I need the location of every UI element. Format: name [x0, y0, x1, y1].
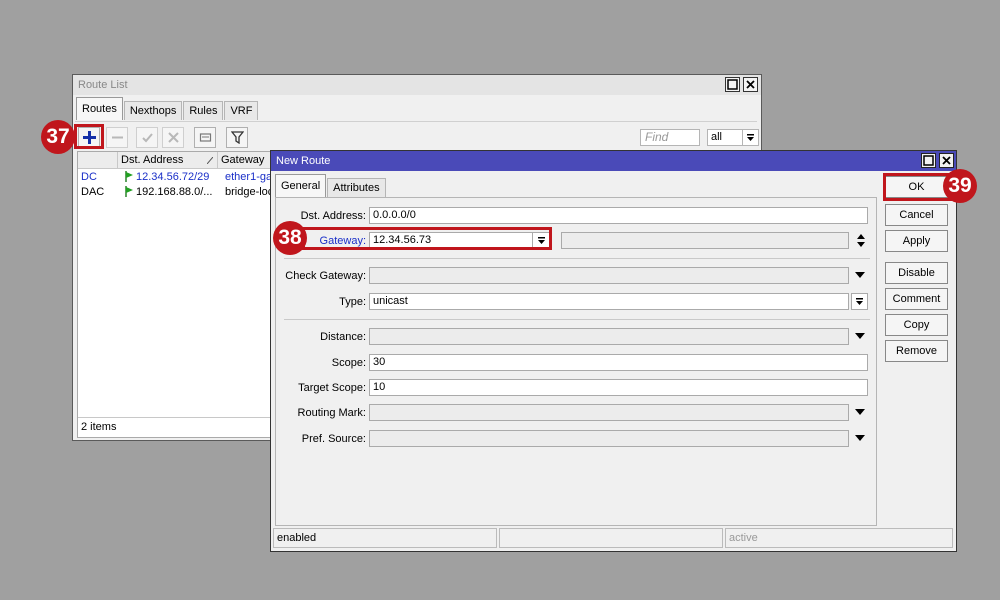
copy-button[interactable]: Copy — [885, 314, 948, 336]
target-scope-label: Target Scope: — [298, 382, 366, 394]
gateway-highlight — [302, 227, 552, 250]
cancel-button[interactable]: Cancel — [885, 204, 948, 226]
maximize-icon[interactable] — [921, 153, 936, 168]
status-enabled: enabled — [273, 528, 497, 548]
divider — [284, 319, 870, 320]
route-list-toolbar: Find all — [75, 121, 759, 151]
enable-button[interactable] — [136, 127, 158, 148]
flag-icon — [125, 186, 133, 197]
step-marker-39: 39 — [943, 169, 977, 203]
status-active: active — [725, 528, 953, 548]
scope-label: Scope: — [331, 357, 366, 369]
up-down-arrows-icon[interactable] — [856, 233, 866, 248]
routing-mark-select[interactable] — [369, 404, 849, 421]
check-gateway-row: Check Gateway: — [276, 267, 876, 287]
scope-input[interactable]: 30 — [369, 354, 868, 371]
tab-rules[interactable]: Rules — [183, 101, 224, 120]
remove-button[interactable] — [106, 127, 128, 148]
new-route-title: New Route — [276, 155, 331, 167]
pref-source-label: Pref. Source: — [301, 433, 366, 445]
distance-select[interactable] — [369, 328, 849, 345]
check-icon — [141, 133, 153, 143]
tab-general[interactable]: General — [275, 174, 327, 197]
add-button-highlight — [74, 124, 104, 149]
row-flags: DAC — [81, 186, 105, 198]
new-route-tabs: General Attributes — [275, 173, 387, 197]
route-list-tabs: Routes Nexthops Rules VRF — [76, 97, 259, 120]
row-dst-value: 12.34.56.72/29 — [136, 171, 210, 183]
dropdown-arrow-icon — [742, 130, 758, 145]
cross-icon — [167, 132, 179, 143]
dst-address-row: Dst. Address: 0.0.0.0/0 — [276, 207, 876, 227]
type-select[interactable]: unicast — [369, 293, 849, 310]
dropdown-arrow-icon — [856, 298, 863, 305]
dst-address-label: Dst. Address: — [300, 210, 366, 222]
tab-routes[interactable]: Routes — [76, 97, 123, 120]
pref-source-select[interactable] — [369, 430, 849, 447]
filter-select-value: all — [711, 131, 723, 143]
dropdown-arrow-icon[interactable] — [855, 408, 865, 416]
column-flags[interactable] — [78, 152, 118, 169]
type-label: Type: — [339, 296, 366, 308]
close-icon[interactable] — [743, 77, 758, 92]
sort-icon — [207, 157, 213, 164]
column-dst-address[interactable]: Dst. Address — [118, 152, 218, 169]
target-scope-input[interactable]: 10 — [369, 379, 868, 396]
divider — [284, 258, 870, 259]
type-dropdown-button[interactable] — [851, 293, 868, 310]
find-input[interactable]: Find — [640, 129, 700, 146]
distance-label: Distance: — [320, 331, 366, 343]
routing-mark-row: Routing Mark: — [276, 404, 876, 424]
filter-button[interactable] — [226, 127, 248, 148]
dst-address-input[interactable]: 0.0.0.0/0 — [369, 207, 868, 224]
apply-button[interactable]: Apply — [885, 230, 948, 252]
filter-select[interactable]: all — [707, 129, 759, 146]
new-route-titlebar[interactable]: New Route — [271, 151, 956, 171]
remove-button[interactable]: Remove — [885, 340, 948, 362]
minus-icon — [111, 136, 123, 139]
row-flags: DC — [81, 171, 97, 183]
row-dst-value: 192.168.88.0/... — [136, 186, 213, 198]
disable-button[interactable] — [162, 127, 184, 148]
step-marker-38: 38 — [273, 221, 307, 255]
comment-icon — [199, 133, 211, 142]
status-middle — [499, 528, 723, 548]
row-dst-address: 192.168.88.0/... — [122, 185, 218, 200]
tab-nexthops[interactable]: Nexthops — [123, 101, 183, 120]
column-dst-address-label: Dst. Address — [121, 154, 184, 166]
distance-row: Distance: — [276, 328, 876, 348]
target-scope-row: Target Scope: 10 — [276, 379, 876, 399]
close-icon[interactable] — [939, 153, 954, 168]
disable-button[interactable]: Disable — [885, 262, 948, 284]
dropdown-arrow-icon[interactable] — [855, 271, 865, 279]
maximize-icon[interactable] — [725, 77, 740, 92]
step-marker-37: 37 — [41, 120, 75, 154]
gateway-extra-input[interactable] — [561, 232, 849, 249]
dropdown-arrow-icon[interactable] — [855, 434, 865, 442]
row-dst-address: 12.34.56.72/29 — [122, 170, 218, 185]
filter-icon — [230, 131, 244, 144]
comment-button[interactable]: Comment — [885, 288, 948, 310]
routing-mark-label: Routing Mark: — [297, 407, 366, 419]
pref-source-row: Pref. Source: — [276, 430, 876, 450]
route-list-titlebar[interactable]: Route List — [73, 75, 761, 95]
tab-attributes[interactable]: Attributes — [327, 178, 386, 197]
check-gateway-select[interactable] — [369, 267, 849, 284]
ok-button-highlight — [883, 173, 952, 201]
dropdown-arrow-icon[interactable] — [855, 332, 865, 340]
flag-icon — [125, 171, 133, 182]
comment-button[interactable] — [194, 127, 216, 148]
tab-vrf[interactable]: VRF — [224, 101, 259, 120]
route-list-title: Route List — [78, 79, 128, 91]
type-row: Type: unicast — [276, 293, 876, 313]
scope-row: Scope: 30 — [276, 354, 876, 374]
status-bar: enabled active — [273, 528, 953, 548]
new-route-window: New Route General Attributes Dst. Addres… — [270, 150, 957, 552]
check-gateway-label: Check Gateway: — [285, 270, 366, 282]
